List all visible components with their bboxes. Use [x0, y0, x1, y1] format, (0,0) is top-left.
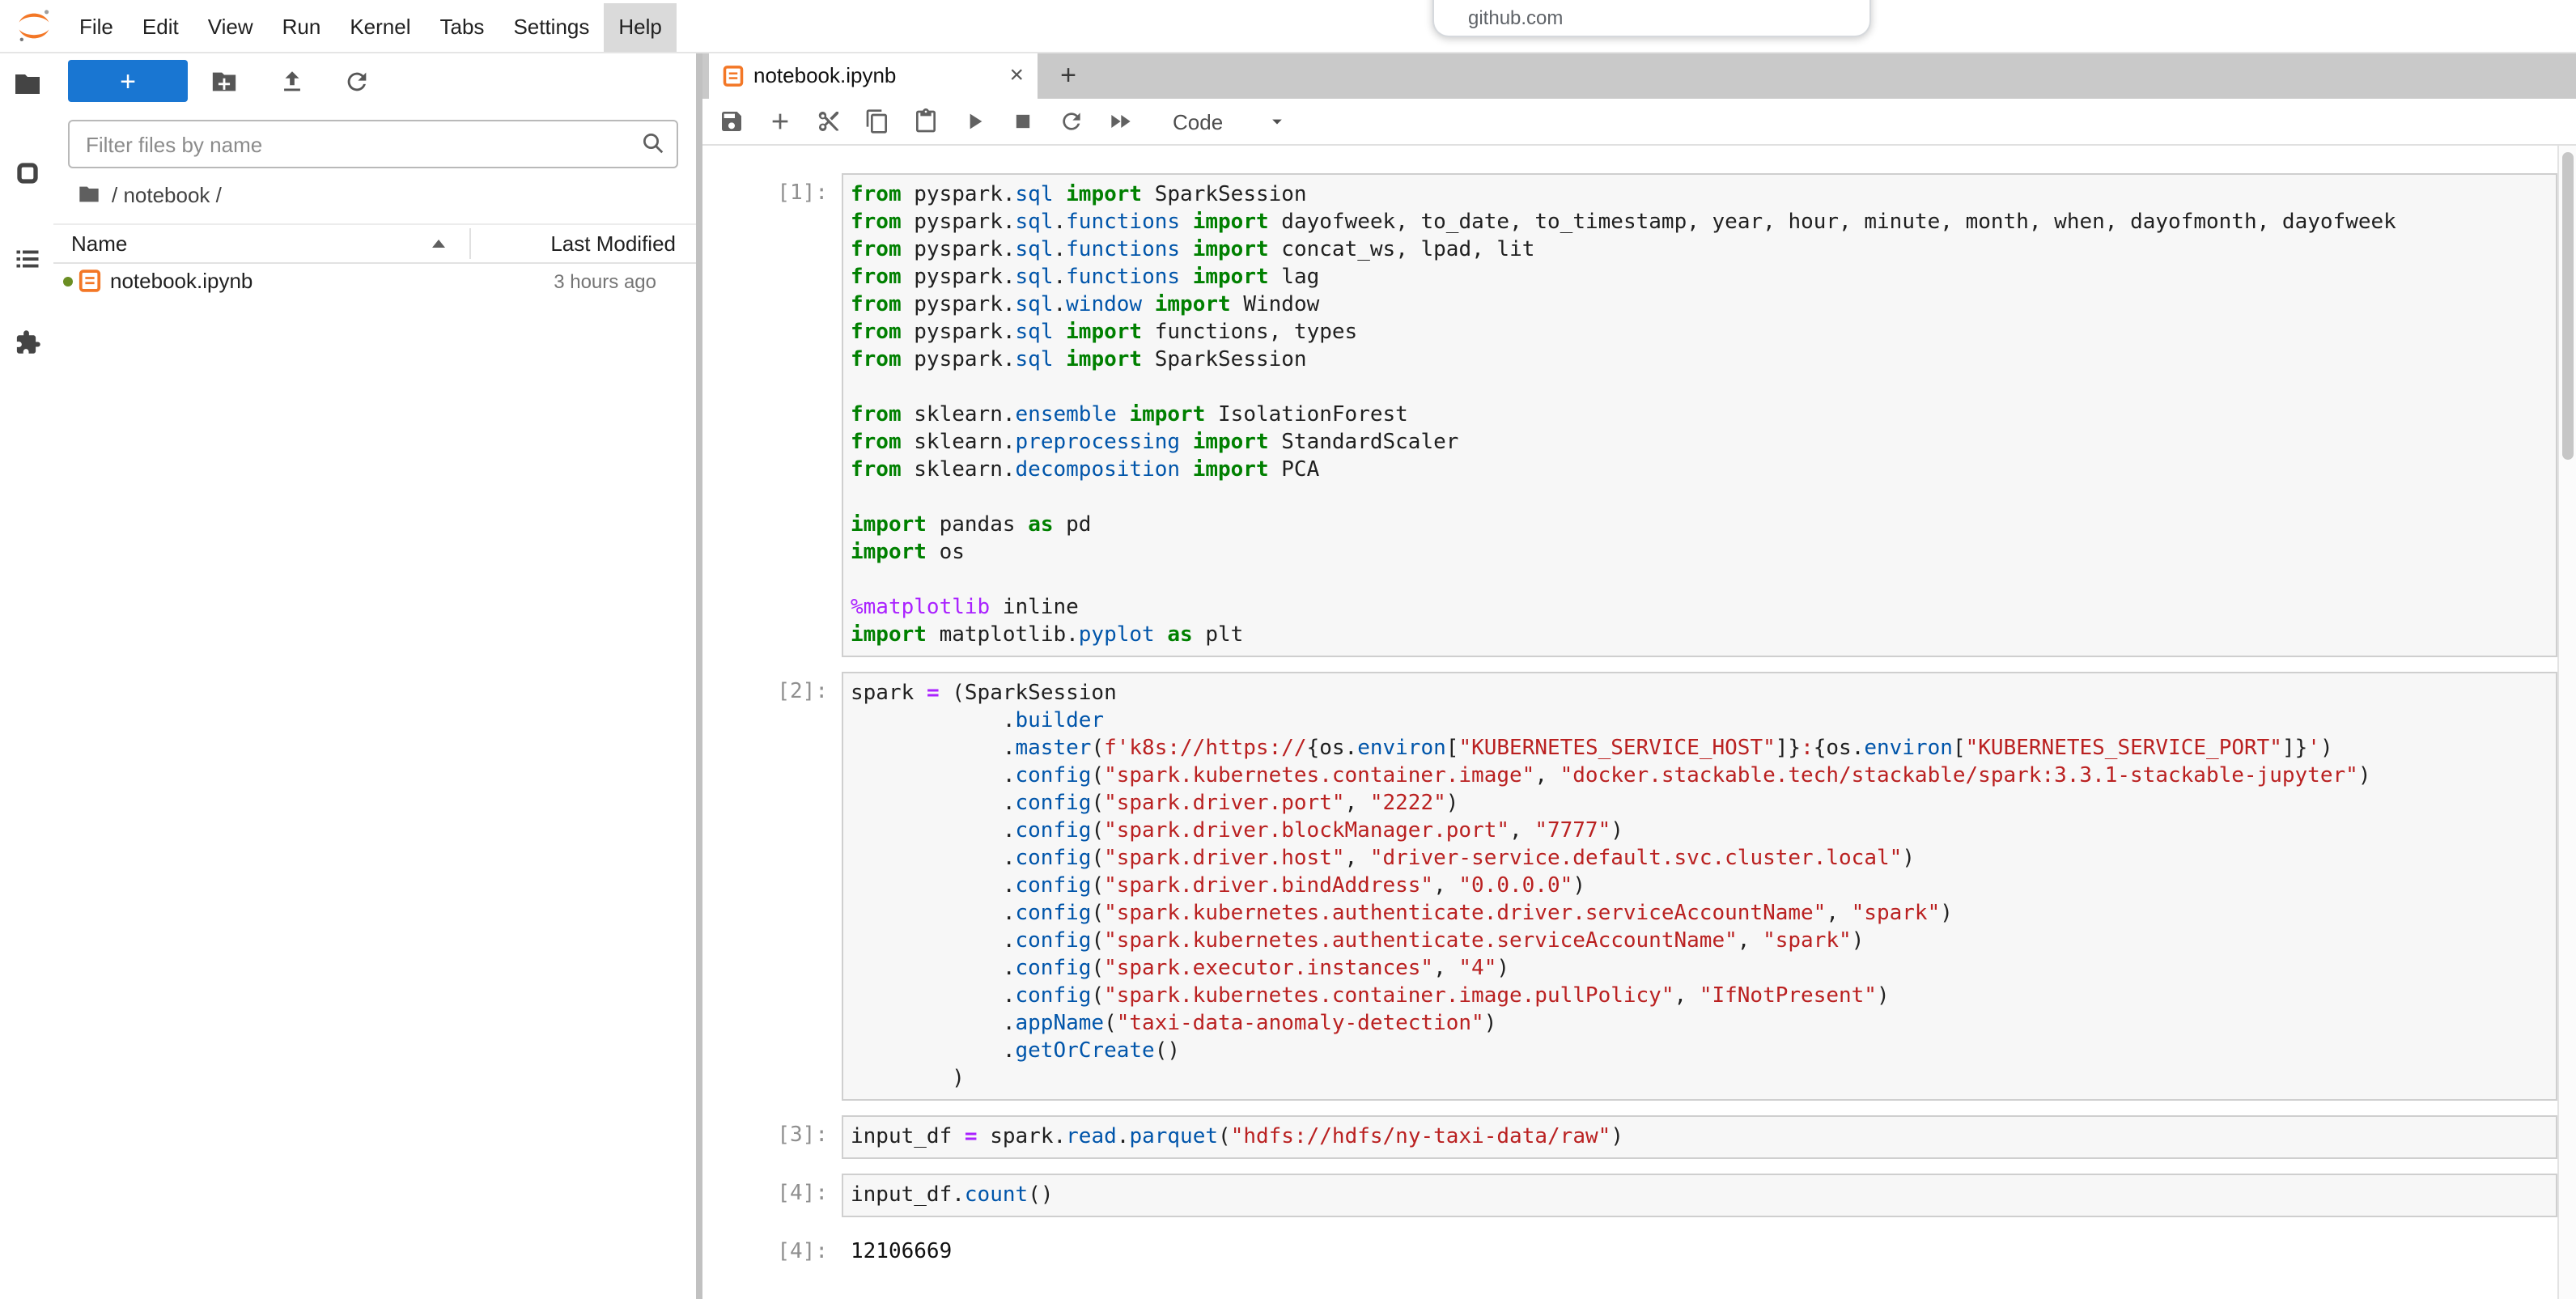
output-prompt: [4]: — [702, 1232, 841, 1264]
cell-editor-4[interactable]: input_df.count() — [841, 1174, 2557, 1217]
sidebar-tab-strip — [0, 52, 53, 1299]
menu-tabs[interactable]: Tabs — [426, 2, 499, 51]
jupyter-logo-icon — [15, 6, 53, 45]
sidebar-item-running-kernels[interactable] — [11, 157, 44, 189]
file-row-notebook[interactable]: notebook.ipynb 3 hours ago — [53, 262, 695, 301]
column-header-name[interactable]: Name — [71, 231, 127, 256]
plus-icon: + — [120, 67, 136, 95]
new-folder-button[interactable] — [209, 66, 238, 96]
input-prompt: [2]: — [702, 672, 841, 1101]
code-cell-2: [2]: spark = (SparkSession .builder .mas… — [702, 672, 2558, 1101]
cell-type-dropdown[interactable]: Code — [1173, 109, 1288, 134]
puzzle-icon — [13, 329, 42, 358]
new-launcher-button[interactable]: + — [68, 60, 188, 102]
restart-run-all-button[interactable] — [1106, 108, 1134, 135]
restart-icon — [1059, 108, 1084, 134]
code-cell-1: [1]: from pyspark.sql import SparkSessio… — [702, 173, 2558, 657]
notebook-content: [1]: from pyspark.sql import SparkSessio… — [702, 146, 2558, 1299]
home-folder-icon — [78, 183, 100, 206]
copy-icon — [864, 108, 890, 134]
running-kernels-icon — [15, 160, 40, 186]
paste-cells-button[interactable] — [912, 108, 940, 135]
save-icon — [719, 108, 745, 134]
new-folder-icon — [210, 67, 237, 95]
output-value: 12106669 — [841, 1232, 961, 1264]
sort-ascending-icon — [432, 240, 445, 248]
cell-editor-3[interactable]: input_df = spark.read.parquet("hdfs://hd… — [841, 1115, 2557, 1159]
file-modified-time: 3 hours ago — [554, 270, 656, 293]
menu-help[interactable]: Help — [604, 2, 677, 51]
copy-cells-button[interactable] — [864, 108, 891, 135]
upload-icon — [278, 67, 305, 95]
notebook-scrollbar[interactable] — [2557, 146, 2576, 1299]
kernel-running-dot — [63, 277, 73, 287]
tab-title: notebook.ipynb — [753, 63, 896, 87]
scissors-icon — [816, 108, 842, 134]
sidebar-item-file-browser[interactable] — [11, 68, 44, 100]
input-prompt: [4]: — [702, 1174, 841, 1217]
file-listing-header: Name Last Modified — [53, 223, 695, 264]
refresh-icon — [342, 67, 370, 95]
stop-icon — [1012, 110, 1034, 133]
menu-settings[interactable]: Settings — [499, 2, 604, 51]
code-cell-4: [4]: input_df.count() — [702, 1174, 2558, 1217]
sidebar-item-table-of-contents[interactable] — [11, 243, 44, 275]
file-browser-panel: + / notebook / — [53, 52, 695, 1299]
browser-popup: github.com — [1432, 0, 1871, 37]
upload-button[interactable] — [277, 66, 306, 96]
file-filter-input[interactable] — [70, 121, 676, 167]
output-area-4: [4]: 12106669 — [702, 1232, 2558, 1264]
notebook-toolbar: Code — [702, 99, 2576, 146]
menu-file[interactable]: File — [65, 2, 128, 51]
run-cell-button[interactable] — [961, 108, 988, 135]
scrollbar-thumb[interactable] — [2561, 152, 2573, 460]
refresh-button[interactable] — [342, 66, 371, 96]
restart-kernel-button[interactable] — [1058, 108, 1085, 135]
popup-text: github.com — [1468, 6, 1563, 29]
insert-cell-button[interactable] — [766, 108, 794, 135]
cell-editor-1[interactable]: from pyspark.sql import SparkSessionfrom… — [841, 173, 2557, 657]
plus-icon: + — [1060, 59, 1076, 91]
tab-close-icon[interactable]: × — [1009, 63, 1024, 87]
menu-view[interactable]: View — [193, 2, 268, 51]
tab-notebook-ipynb[interactable]: notebook.ipynb × — [708, 52, 1037, 99]
input-prompt: [3]: — [702, 1115, 841, 1159]
run-icon — [961, 108, 987, 134]
folder-icon — [13, 70, 42, 99]
sidebar-item-extensions[interactable] — [11, 327, 44, 359]
clipboard-icon — [913, 108, 939, 134]
chevron-down-icon — [1265, 110, 1288, 133]
new-tab-button[interactable]: + — [1048, 55, 1089, 96]
save-button[interactable] — [718, 108, 745, 135]
cut-cells-button[interactable] — [815, 108, 842, 135]
notebook-file-icon — [78, 269, 102, 298]
notebook-tab-icon — [721, 64, 744, 87]
toc-list-icon — [13, 244, 42, 274]
search-icon — [640, 131, 664, 155]
dock-tab-bar: notebook.ipynb × + — [702, 52, 2576, 99]
jupyterlab-window: File Edit View Run Kernel Tabs Settings … — [0, 0, 2576, 1299]
column-header-modified[interactable]: Last Modified — [550, 231, 676, 256]
file-name: notebook.ipynb — [110, 269, 253, 293]
fast-forward-icon — [1107, 108, 1133, 134]
code-cell-3: [3]: input_df = spark.read.parquet("hdfs… — [702, 1115, 2558, 1159]
menu-edit[interactable]: Edit — [128, 2, 193, 51]
column-divider — [469, 228, 471, 259]
plus-icon — [767, 108, 793, 134]
interrupt-kernel-button[interactable] — [1009, 108, 1037, 135]
cell-editor-2[interactable]: spark = (SparkSession .builder .master(f… — [841, 672, 2557, 1101]
breadcrumb[interactable]: / notebook / — [78, 180, 222, 209]
main-menubar: File Edit View Run Kernel Tabs Settings … — [0, 0, 2576, 53]
file-filter-box — [68, 120, 677, 168]
menu-run[interactable]: Run — [268, 2, 336, 51]
input-prompt: [1]: — [702, 173, 841, 657]
main-dock-panel: notebook.ipynb × + — [695, 52, 2576, 1299]
cell-type-value: Code — [1173, 109, 1223, 134]
breadcrumb-path: / notebook / — [112, 182, 222, 206]
menu-kernel[interactable]: Kernel — [335, 2, 425, 51]
